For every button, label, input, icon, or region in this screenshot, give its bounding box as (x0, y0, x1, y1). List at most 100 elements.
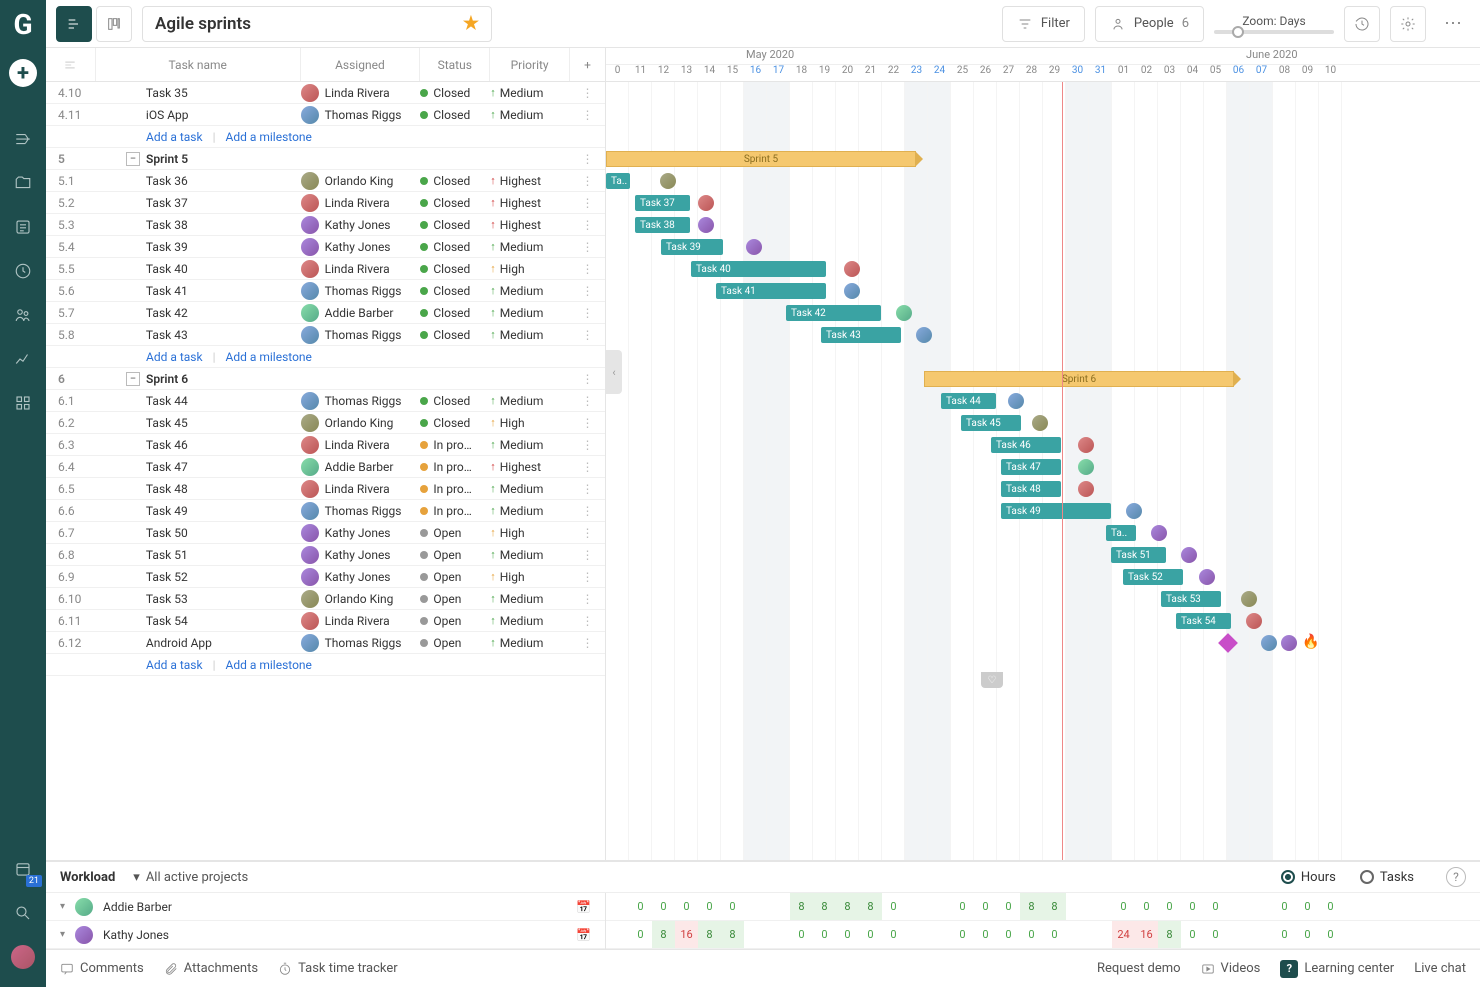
status-cell[interactable]: Open (420, 592, 490, 606)
task-bar[interactable]: Ta.. (1106, 525, 1136, 541)
task-row[interactable]: 5−Sprint 5⋮ (46, 148, 605, 170)
assignee-cell[interactable]: Thomas Riggs (301, 106, 421, 124)
task-row[interactable]: 4.11iOS AppThomas RiggsClosed↑Medium⋮ (46, 104, 605, 126)
add-task-link[interactable]: Add a task (146, 350, 203, 364)
status-cell[interactable]: In pro… (420, 504, 490, 518)
priority-column-header[interactable]: Priority (490, 48, 570, 81)
priority-cell[interactable]: ↑Medium (490, 394, 570, 408)
priority-cell[interactable]: ↑Highest (490, 174, 570, 188)
star-icon[interactable]: ★ (463, 13, 479, 34)
task-bar[interactable]: Task 51 (1111, 547, 1166, 563)
assigned-column-header[interactable]: Assigned (301, 48, 421, 81)
settings-icon[interactable] (1390, 6, 1426, 42)
videos-link[interactable]: Videos (1201, 961, 1261, 976)
row-more-icon[interactable]: ⋮ (570, 240, 605, 254)
calendar-icon[interactable]: 📅 (576, 900, 591, 914)
status-cell[interactable]: Closed (420, 86, 490, 100)
priority-cell[interactable]: ↑High (490, 416, 570, 430)
add-task-link[interactable]: Add a task (146, 130, 203, 144)
task-row[interactable]: 5.7Task 42Addie BarberClosed↑Medium⋮ (46, 302, 605, 324)
assignee-cell[interactable]: Linda Rivera (301, 194, 421, 212)
task-row[interactable]: 6.10Task 53Orlando KingOpen↑Medium⋮ (46, 588, 605, 610)
status-cell[interactable]: Open (420, 526, 490, 540)
comments-button[interactable]: Comments (60, 961, 144, 976)
workload-person-row[interactable]: ▾Kathy Jones📅 (46, 921, 605, 949)
row-more-icon[interactable]: ⋮ (570, 372, 605, 386)
assignee-cell[interactable]: Kathy Jones (301, 524, 421, 542)
status-cell[interactable]: Closed (420, 240, 490, 254)
task-bar[interactable]: Task 46 (991, 437, 1061, 453)
status-cell[interactable]: Closed (420, 174, 490, 188)
priority-cell[interactable]: ↑Medium (490, 284, 570, 298)
task-row[interactable]: 6.4Task 47Addie BarberIn pro…↑Highest⋮ (46, 456, 605, 478)
assignee-cell[interactable]: Thomas Riggs (301, 392, 421, 410)
task-row[interactable]: 5.6Task 41Thomas RiggsClosed↑Medium⋮ (46, 280, 605, 302)
task-row[interactable]: 6.6Task 49Thomas RiggsIn pro…↑Medium⋮ (46, 500, 605, 522)
collapse-left-handle[interactable]: ‹ (606, 350, 622, 394)
priority-cell[interactable]: ↑Medium (490, 108, 570, 122)
task-row[interactable]: 5.1Task 36Orlando KingClosed↑Highest⋮ (46, 170, 605, 192)
status-cell[interactable]: Open (420, 636, 490, 650)
assignee-cell[interactable]: Orlando King (301, 414, 421, 432)
assignee-cell[interactable]: Thomas Riggs (301, 502, 421, 520)
add-column-button[interactable]: + (570, 48, 605, 81)
status-column-header[interactable]: Status (420, 48, 490, 81)
row-more-icon[interactable]: ⋮ (570, 152, 605, 166)
status-cell[interactable]: Open (420, 614, 490, 628)
assignee-cell[interactable]: Thomas Riggs (301, 282, 421, 300)
task-bar[interactable]: Task 40 (691, 261, 826, 277)
row-more-icon[interactable]: ⋮ (570, 570, 605, 584)
task-row[interactable]: 6.5Task 48Linda RiveraIn pro…↑Medium⋮ (46, 478, 605, 500)
status-cell[interactable]: Closed (420, 328, 490, 342)
task-row[interactable]: 6.2Task 45Orlando KingClosed↑High⋮ (46, 412, 605, 434)
clock-icon[interactable] (0, 249, 46, 293)
status-cell[interactable]: In pro… (420, 460, 490, 474)
expand-toggle[interactable]: ▾ (60, 901, 65, 912)
task-row[interactable]: 5.3Task 38Kathy JonesClosed↑Highest⋮ (46, 214, 605, 236)
gantt-view-button[interactable] (56, 6, 92, 42)
collapse-toggle[interactable]: − (126, 152, 140, 166)
assignee-cell[interactable]: Addie Barber (301, 458, 421, 476)
assignee-cell[interactable]: Orlando King (301, 590, 421, 608)
priority-cell[interactable]: ↑Medium (490, 438, 570, 452)
row-more-icon[interactable]: ⋮ (570, 504, 605, 518)
assignee-cell[interactable]: Kathy Jones (301, 546, 421, 564)
task-bar[interactable]: Task 49 (1001, 503, 1111, 519)
assignee-cell[interactable]: Thomas Riggs (301, 326, 421, 344)
task-bar[interactable]: Task 37 (635, 195, 690, 211)
add-milestone-link[interactable]: Add a milestone (226, 130, 312, 144)
priority-cell[interactable]: ↑Medium (490, 636, 570, 650)
status-cell[interactable]: Closed (420, 394, 490, 408)
status-cell[interactable]: Closed (420, 196, 490, 210)
status-cell[interactable]: Closed (420, 218, 490, 232)
live-chat-link[interactable]: Live chat (1414, 961, 1466, 976)
list-icon[interactable] (0, 205, 46, 249)
add-milestone-link[interactable]: Add a milestone (226, 658, 312, 672)
row-more-icon[interactable]: ⋮ (570, 218, 605, 232)
expand-toggle[interactable]: ▾ (60, 929, 65, 940)
row-more-icon[interactable]: ⋮ (570, 284, 605, 298)
task-row[interactable]: 6.3Task 46Linda RiveraIn pro…↑Medium⋮ (46, 434, 605, 456)
assignee-cell[interactable]: Linda Rivera (301, 612, 421, 630)
task-row[interactable]: 6.12Android AppThomas RiggsOpen↑Medium⋮ (46, 632, 605, 654)
menu-column-header[interactable] (46, 48, 96, 81)
assignee-cell[interactable]: Linda Rivera (301, 436, 421, 454)
project-title-input[interactable]: Agile sprints ★ (142, 6, 492, 42)
workload-person-row[interactable]: ▾Addie Barber📅 (46, 893, 605, 921)
priority-cell[interactable]: ↑High (490, 526, 570, 540)
row-more-icon[interactable]: ⋮ (570, 306, 605, 320)
learning-center-link[interactable]: ?Learning center (1280, 960, 1394, 978)
task-bar[interactable]: Task 38 (635, 217, 690, 233)
priority-cell[interactable]: ↑Medium (490, 482, 570, 496)
priority-cell[interactable]: ↑Medium (490, 504, 570, 518)
task-row[interactable]: 4.10Task 35Linda RiveraClosed↑Medium⋮ (46, 82, 605, 104)
task-row[interactable]: 6.11Task 54Linda RiveraOpen↑Medium⋮ (46, 610, 605, 632)
task-bar[interactable]: Task 39 (661, 239, 723, 255)
request-demo-link[interactable]: Request demo (1097, 961, 1181, 976)
task-bar[interactable]: Task 52 (1123, 569, 1183, 585)
workload-filter-dropdown[interactable]: ▾ All active projects (133, 870, 248, 885)
more-menu[interactable]: ⋯ (1436, 13, 1470, 34)
collapse-toggle[interactable]: − (126, 372, 140, 386)
row-more-icon[interactable]: ⋮ (570, 636, 605, 650)
row-more-icon[interactable]: ⋮ (570, 196, 605, 210)
